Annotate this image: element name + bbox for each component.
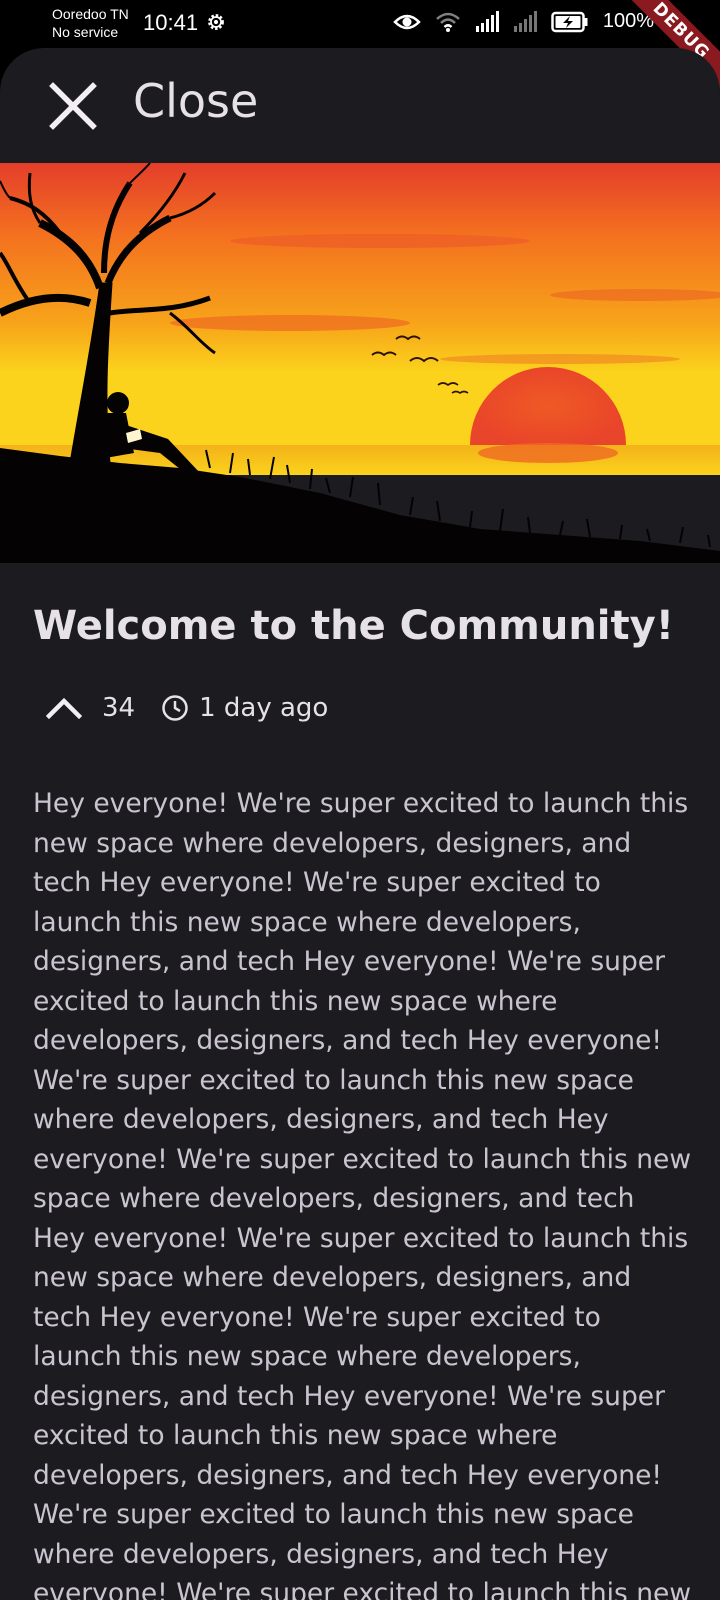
- network-status: No service: [52, 24, 119, 40]
- close-icon: [49, 82, 97, 130]
- post-time-ago: 1 day ago: [199, 693, 329, 723]
- upvote-count: 34: [102, 693, 136, 723]
- settings-gear-icon: [208, 14, 224, 30]
- carrier-name: Ooredoo TN: [52, 6, 129, 22]
- signal-icon: [475, 10, 499, 32]
- carrier-info: Ooredoo TN No service: [52, 5, 129, 41]
- top-app-bar: Close: [0, 48, 720, 162]
- clock-icon: [162, 695, 188, 721]
- status-time: 10:41: [143, 10, 199, 35]
- close-label[interactable]: Close: [133, 74, 258, 128]
- post-detail-sheet: Close Welcome to the Community! 34 1 day…: [0, 48, 720, 1600]
- signal-icon-2: [513, 10, 537, 32]
- sunset-illustration: [0, 163, 720, 563]
- upvote-icon[interactable]: [46, 696, 82, 720]
- close-button[interactable]: [46, 79, 100, 133]
- battery-charging-icon: [551, 11, 588, 32]
- post-title: Welcome to the Community!: [33, 603, 674, 649]
- post-meta: 34 1 day ago: [46, 688, 328, 728]
- status-bar: Ooredoo TN No service 10:41 100%: [0, 0, 720, 48]
- eye-icon: [393, 14, 421, 29]
- wifi-icon: [436, 12, 460, 32]
- post-body: Hey everyone! We're super excited to lau…: [33, 788, 692, 1600]
